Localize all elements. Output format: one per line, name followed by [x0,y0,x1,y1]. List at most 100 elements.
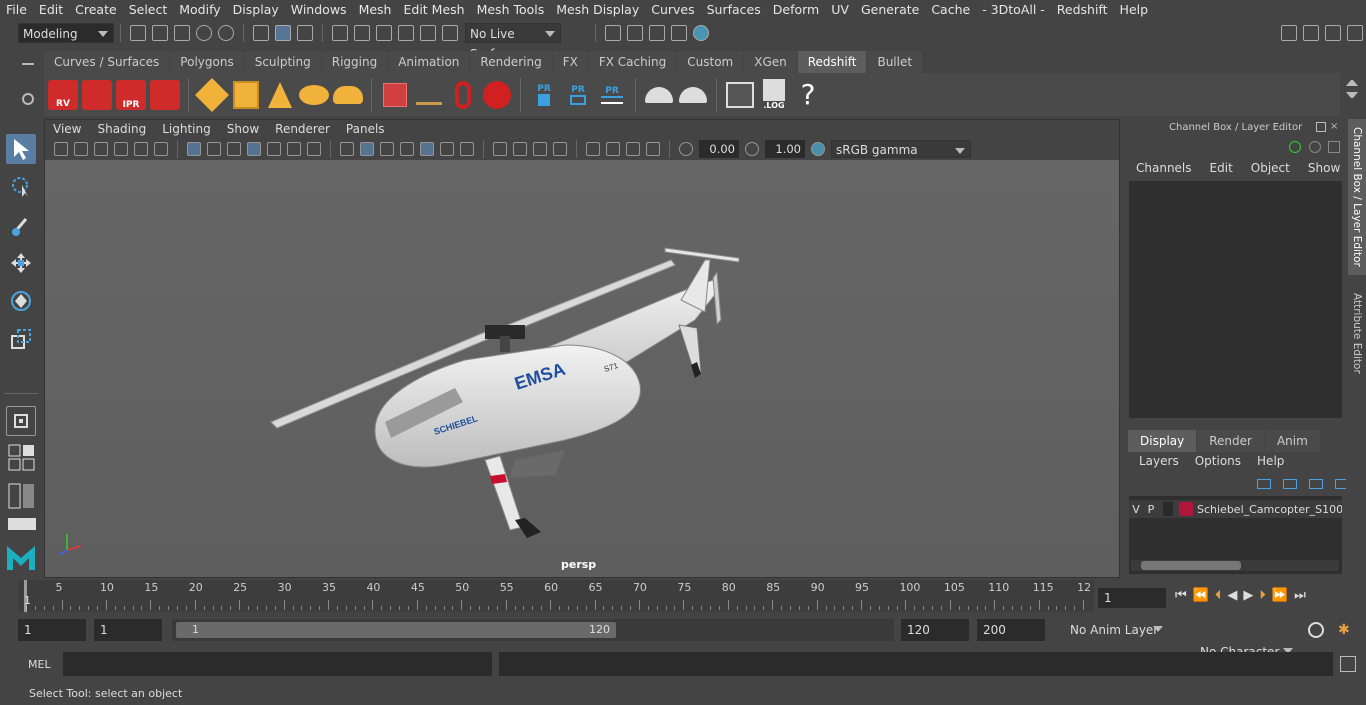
depth-of-field-icon[interactable] [553,142,567,156]
step-back-frame-icon[interactable]: ⏴ [1215,588,1222,603]
rs-help-icon[interactable]: ? [792,78,824,111]
snap-point-icon[interactable] [376,24,392,41]
shelf-tab-bullet[interactable]: Bullet [867,51,923,73]
snap-projected-icon[interactable] [398,24,414,41]
current-frame-field[interactable]: 1 [1098,588,1166,608]
channel-box-toggle-icon[interactable] [1347,24,1363,41]
use-default-material-icon[interactable] [380,142,394,156]
scene-end-field[interactable]: 200 [977,619,1045,641]
screen-space-ao-icon[interactable] [493,142,507,156]
shelf-settings-icon[interactable] [22,93,34,105]
lasso-tool-button[interactable] [6,172,36,202]
image-plane-icon[interactable] [114,142,128,156]
side-tab-attribute-editor[interactable]: Attribute Editor [1348,285,1366,381]
auto-key-icon[interactable] [1308,622,1324,638]
shelf-tab-curves-surfaces[interactable]: Curves / Surfaces [44,51,170,73]
mel-label[interactable]: MEL [28,658,51,671]
pr-swap-icon[interactable]: PR [596,79,628,111]
shelf-scroll-down-icon[interactable] [1346,92,1358,98]
layout-quad-icon[interactable] [8,444,36,472]
channel-box-expand-icon[interactable] [1328,141,1340,153]
go-to-end-icon[interactable]: ⏭ [1294,588,1306,603]
rs-area-light-icon[interactable] [195,77,229,112]
safe-action-icon[interactable] [287,142,301,156]
wireframe-icon[interactable] [340,142,354,156]
textured-icon[interactable] [420,142,434,156]
select-hierarchy-icon[interactable] [253,24,269,41]
rs-ies-light-icon[interactable] [298,79,330,111]
shelf-tab-xgen[interactable]: XGen [744,51,797,73]
shelf-tab-rendering[interactable]: Rendering [470,51,552,73]
color-management-icon[interactable] [811,142,825,156]
layer-reference-toggle[interactable] [1163,502,1173,516]
layer-tab-anim[interactable]: Anim [1264,430,1320,452]
exposure-icon[interactable] [679,142,693,156]
rs-physical-light-icon[interactable] [264,79,296,111]
redo-icon[interactable] [218,24,234,41]
xray-active-icon[interactable] [646,142,660,156]
camera-select-icon[interactable] [54,142,68,156]
helicopter-model[interactable]: EMSA SCHIEBEL S71 [45,160,1119,577]
layer-menu-layers[interactable]: Layers [1133,454,1185,468]
rs-sphere-icon[interactable] [481,79,513,111]
grid-icon[interactable] [187,142,201,156]
shelf-tab-rigging[interactable]: Rigging [321,51,388,73]
open-scene-icon[interactable] [152,24,168,41]
isolate-select-icon[interactable] [586,142,600,156]
select-component-icon[interactable] [297,24,313,41]
rs-render-view-icon[interactable]: RV [47,79,79,111]
pr-import-icon[interactable]: PR [562,79,594,111]
workspace-icon[interactable] [1281,24,1297,41]
menu-uv[interactable]: UV [825,0,855,20]
channel-box-menu-channels[interactable]: Channels [1130,161,1198,175]
menu-select[interactable]: Select [123,0,174,20]
menu-display[interactable]: Display [227,0,285,20]
select-tool-button[interactable] [6,134,36,164]
render-view-icon[interactable] [605,24,621,41]
play-forward-icon[interactable]: ▶ [1243,588,1253,603]
anti-aliasing-icon[interactable] [533,142,547,156]
color-space-dropdown[interactable]: sRGB gamma [831,140,971,158]
viewport-menu-shading[interactable]: Shading [89,120,154,138]
tool-settings-toggle-icon[interactable] [1325,24,1341,41]
rs-batch-render-icon[interactable] [81,79,113,111]
new-scene-icon[interactable] [130,24,146,41]
menu-edit-mesh[interactable]: Edit Mesh [397,0,470,20]
snap-curve-icon[interactable] [354,24,370,41]
rs-sun-sky-icon[interactable] [332,79,364,111]
attribute-editor-toggle-icon[interactable] [1303,24,1319,41]
motion-blur-icon[interactable] [513,142,527,156]
range-slider[interactable]: 1 120 [172,619,894,641]
move-layer-down-icon[interactable] [1283,479,1297,489]
gamma-field[interactable]: 1.00 [765,140,805,158]
wireframe-on-shaded-icon[interactable] [400,142,414,156]
snap-surface-icon[interactable] [442,24,458,41]
menu-3dtoall[interactable]: - 3DtoAll - [976,0,1051,20]
menu-mesh-tools[interactable]: Mesh Tools [471,0,551,20]
float-panel-icon[interactable] [1316,122,1326,132]
rs-material-2-icon[interactable] [677,79,709,111]
playback-start-field[interactable]: 1 [94,619,162,641]
save-scene-icon[interactable] [174,24,190,41]
script-editor-icon[interactable] [1340,656,1356,672]
menu-edit[interactable]: Edit [33,0,69,20]
rs-ipr-icon[interactable]: IPR [115,79,147,111]
move-tool-button[interactable] [6,248,36,278]
channel-box-menu-object[interactable]: Object [1245,161,1296,175]
new-layer-icon[interactable] [1309,479,1323,489]
layer-menu-help[interactable]: Help [1251,454,1290,468]
playback-end-field[interactable]: 120 [901,619,969,641]
camera-attributes-icon[interactable] [74,142,88,156]
shelf-tab-animation[interactable]: Animation [388,51,470,73]
menu-mesh-display[interactable]: Mesh Display [550,0,645,20]
channel-box-key-icon[interactable] [1289,141,1301,153]
layout-single-icon[interactable] [8,518,36,530]
pr-export-icon[interactable]: PR [528,79,560,111]
layer-scrollbar[interactable] [1131,560,1339,571]
rs-proxy-icon[interactable] [379,79,411,111]
exposure-field[interactable]: 0.00 [699,140,739,158]
channel-box-lock-icon[interactable] [1309,141,1321,153]
time-slider[interactable]: 5 10 15 20 25 30 35 40 45 50 55 60 65 70 75 80 85 90 95 100… [0,580,1366,615]
layer-row[interactable]: V P Schiebel_Camcopter_S100_U [1129,500,1342,518]
time-slider-track[interactable]: 5 10 15 20 25 30 35 40 45 50 55 60 65 70 75 80 85 90 95 100… [18,580,1094,612]
